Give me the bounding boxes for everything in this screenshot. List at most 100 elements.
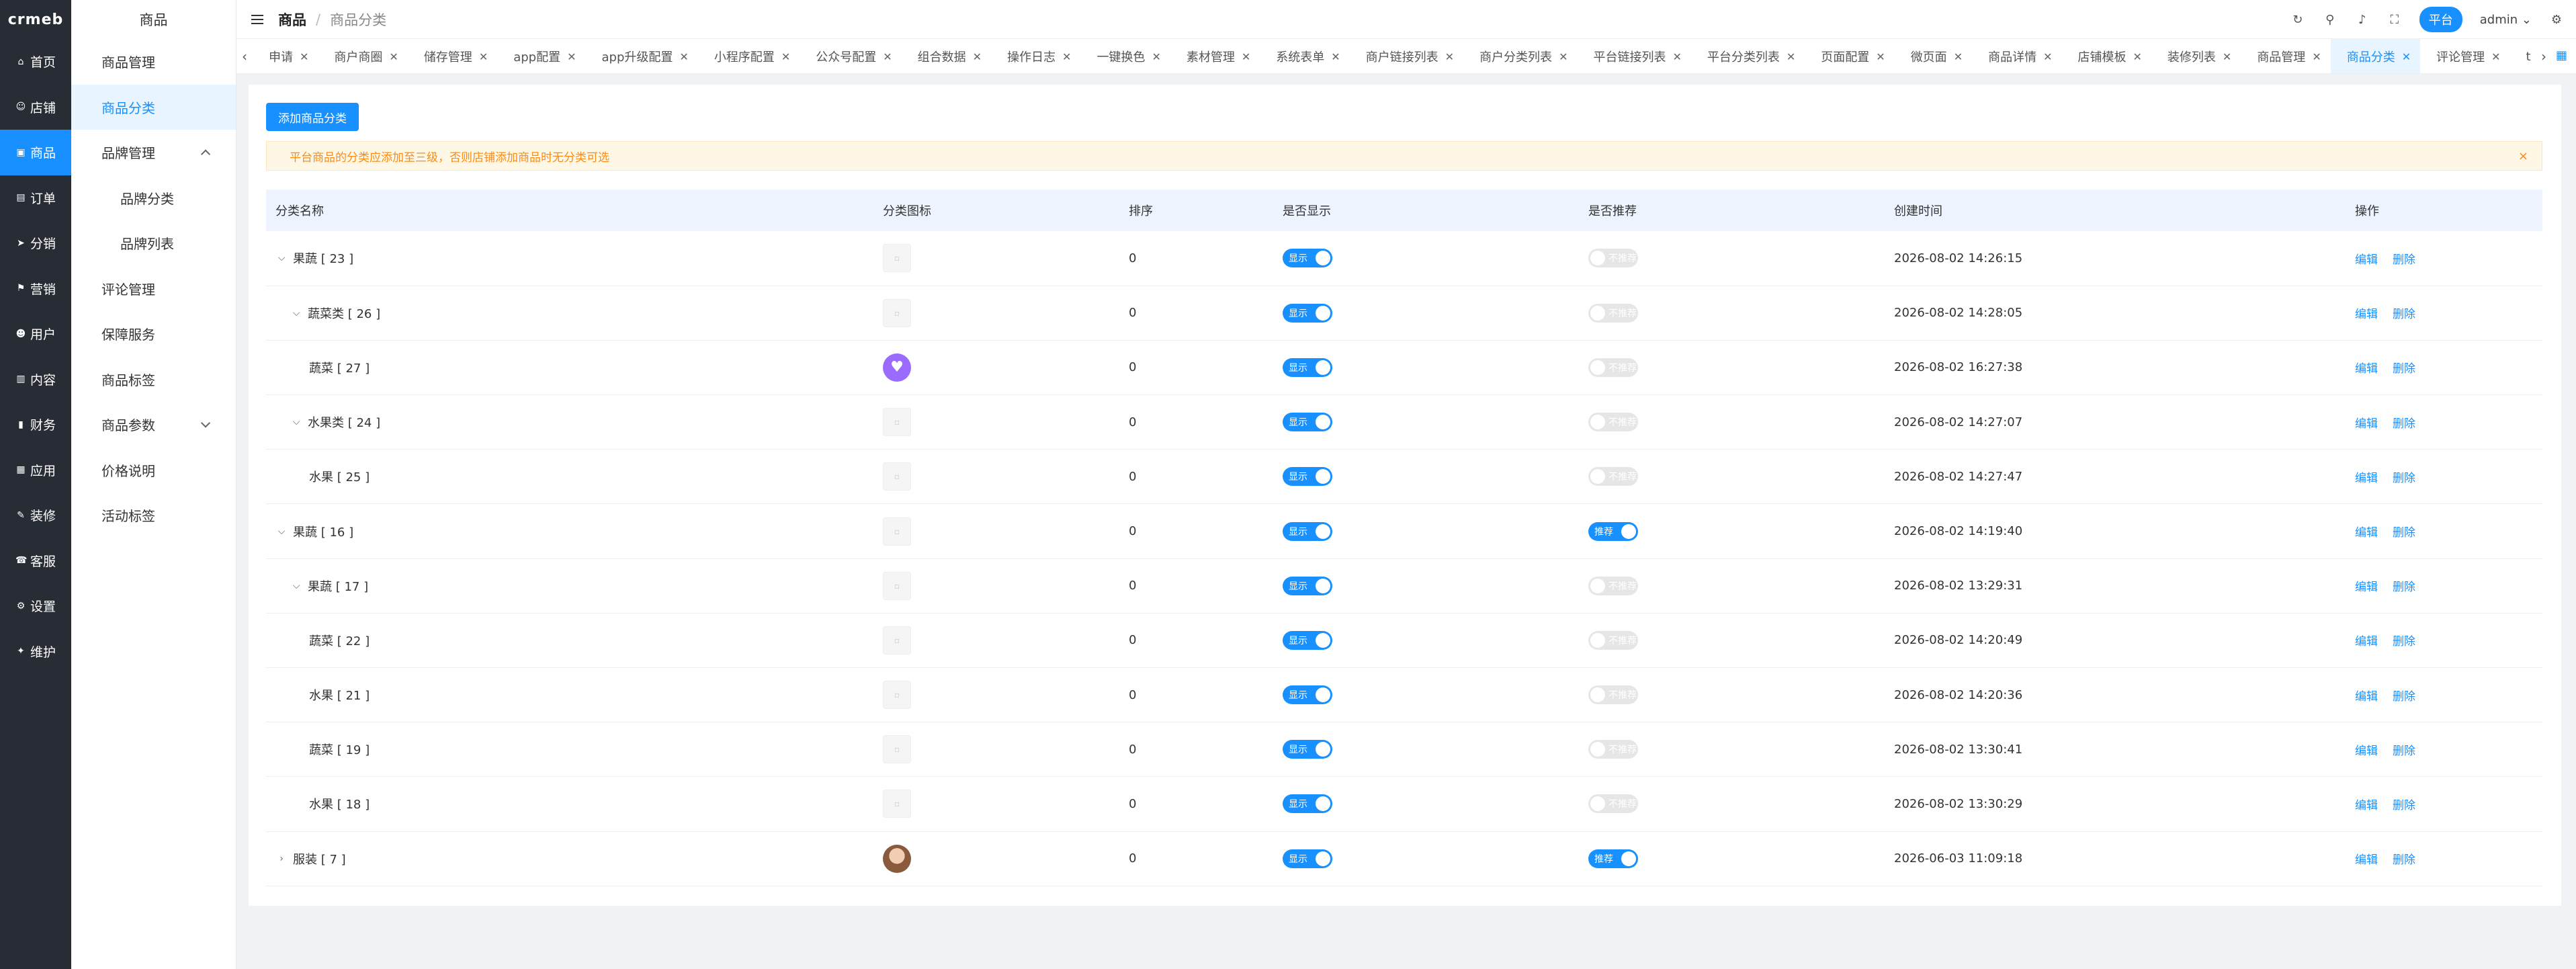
sidebar-item-comments[interactable]: 评论管理	[71, 266, 236, 312]
delete-link[interactable]: 删除	[2393, 250, 2415, 267]
gear-icon[interactable]: ⚙	[2549, 12, 2564, 27]
tab-item[interactable]: 商品管理 ✕	[2241, 39, 2330, 73]
platform-badge[interactable]: 平台	[2419, 7, 2462, 32]
show-switch[interactable]: 显示	[1283, 794, 1332, 814]
edit-link[interactable]: 编辑	[2355, 250, 2378, 267]
user-menu[interactable]: admin ⌄	[2480, 13, 2532, 27]
recommend-switch[interactable]: 不推荐	[1588, 303, 1638, 323]
tab-close-icon[interactable]: ✕	[679, 50, 688, 63]
tab-item[interactable]: 商户分类列表 ✕	[1463, 39, 1577, 73]
delete-link[interactable]: 删除	[2393, 796, 2415, 812]
tab-close-icon[interactable]: ✕	[973, 50, 982, 63]
tab-item[interactable]: 操作日志 ✕	[991, 39, 1080, 73]
edit-link[interactable]: 编辑	[2355, 687, 2378, 704]
tab-item[interactable]: 储存管理 ✕	[408, 39, 497, 73]
tab-item[interactable]: 申请 ✕	[253, 39, 318, 73]
refresh-icon[interactable]: ↻	[2290, 12, 2305, 27]
recommend-switch[interactable]: 不推荐	[1588, 576, 1638, 595]
show-switch[interactable]: 显示	[1283, 630, 1332, 650]
tab-item[interactable]: 小程序配置 ✕	[698, 39, 800, 73]
recommend-switch[interactable]: 不推荐	[1588, 357, 1638, 377]
tab-item[interactable]: 商户商圈 ✕	[318, 39, 407, 73]
show-switch[interactable]: 显示	[1283, 576, 1332, 595]
tab-close-icon[interactable]: ✕	[567, 50, 576, 63]
tab-close-icon[interactable]: ✕	[2491, 50, 2500, 63]
edit-link[interactable]: 编辑	[2355, 468, 2378, 485]
chevron-down-icon[interactable]: ⌵	[290, 308, 302, 319]
tab-item[interactable]: 平台链接列表 ✕	[1577, 39, 1690, 73]
tab-close-icon[interactable]: ✕	[2402, 50, 2411, 63]
edit-link[interactable]: 编辑	[2355, 850, 2378, 867]
tab-close-icon[interactable]: ✕	[300, 50, 308, 63]
sidebar-item-brand-category[interactable]: 品牌分类	[71, 175, 236, 221]
chevron-down-icon[interactable]: ⌵	[290, 417, 302, 427]
menu-toggle-icon[interactable]	[251, 14, 263, 24]
delete-link[interactable]: 删除	[2393, 741, 2415, 758]
rail-item-order[interactable]: ▤ 订单	[0, 175, 71, 221]
rail-item-maintenance[interactable]: ✦ 维护	[0, 629, 71, 675]
chevron-down-icon[interactable]: ⌵	[275, 526, 288, 537]
sidebar-item-brand-manage[interactable]: 品牌管理	[71, 130, 236, 175]
tab-close-icon[interactable]: ✕	[781, 50, 790, 63]
delete-link[interactable]: 删除	[2393, 687, 2415, 704]
show-switch[interactable]: 显示	[1283, 467, 1332, 487]
rail-item-settings[interactable]: ⚙ 设置	[0, 583, 71, 629]
tab-close-icon[interactable]: ✕	[2133, 50, 2142, 63]
delete-link[interactable]: 删除	[2393, 468, 2415, 485]
delete-link[interactable]: 删除	[2393, 632, 2415, 648]
rail-item-apps[interactable]: ▦ 应用	[0, 448, 71, 493]
tab-close-icon[interactable]: ✕	[2223, 50, 2231, 63]
tab-item[interactable]: 页面配置 ✕	[1805, 39, 1894, 73]
rail-item-store[interactable]: ☺ 店铺	[0, 85, 71, 130]
tab-close-icon[interactable]: ✕	[1152, 50, 1160, 63]
recommend-switch[interactable]: 不推荐	[1588, 740, 1638, 759]
edit-link[interactable]: 编辑	[2355, 632, 2378, 648]
rail-item-product[interactable]: ▣ 商品	[0, 130, 71, 175]
rail-item-decoration[interactable]: ✎ 装修	[0, 493, 71, 538]
recommend-switch[interactable]: 推荐	[1588, 521, 1638, 541]
tab-item[interactable]: 评论管理 ✕	[2420, 39, 2509, 73]
show-switch[interactable]: 显示	[1283, 357, 1332, 377]
sidebar-item-activity-tags[interactable]: 活动标签	[71, 493, 236, 538]
tab-item[interactable]: 微页面 ✕	[1895, 39, 1972, 73]
tabs-grid-icon[interactable]: ▦	[2556, 48, 2571, 63]
tab-item[interactable]: 公众号配置 ✕	[800, 39, 901, 73]
tab-item[interactable]: 组合数据 ✕	[902, 39, 991, 73]
tab-close-icon[interactable]: ✕	[1242, 50, 1250, 63]
tab-item[interactable]: 平台分类列表 ✕	[1691, 39, 1805, 73]
tab-item[interactable]: 装修列表 ✕	[2151, 39, 2241, 73]
edit-link[interactable]: 编辑	[2355, 414, 2378, 431]
tab-item[interactable]: 素材管理 ✕	[1170, 39, 1260, 73]
delete-link[interactable]: 删除	[2393, 850, 2415, 867]
close-icon[interactable]: ×	[2518, 149, 2528, 163]
recommend-switch[interactable]: 不推荐	[1588, 685, 1638, 705]
search-icon[interactable]: ⚲	[2323, 12, 2337, 27]
edit-link[interactable]: 编辑	[2355, 741, 2378, 758]
rail-item-user[interactable]: ☻ 用户	[0, 311, 71, 357]
tab-close-icon[interactable]: ✕	[1787, 50, 1795, 63]
tab-close-icon[interactable]: ✕	[1062, 50, 1071, 63]
tabs-scroll-left-icon[interactable]: ‹	[237, 39, 253, 73]
tab-close-icon[interactable]: ✕	[1445, 50, 1454, 63]
recommend-switch[interactable]: 不推荐	[1588, 630, 1638, 650]
rail-item-service[interactable]: ☎ 客服	[0, 538, 71, 584]
add-category-button[interactable]: 添加商品分类	[266, 103, 359, 131]
tab-item[interactable]: 一键换色 ✕	[1080, 39, 1170, 73]
tab-item[interactable]: app配置 ✕	[497, 39, 585, 73]
tab-item[interactable]: 商户链接列表 ✕	[1350, 39, 1463, 73]
sidebar-item-product-category[interactable]: 商品分类	[71, 84, 236, 130]
sidebar-item-price-note[interactable]: 价格说明	[71, 448, 236, 493]
edit-link[interactable]: 编辑	[2355, 304, 2378, 321]
recommend-switch[interactable]: 推荐	[1588, 849, 1638, 868]
show-switch[interactable]: 显示	[1283, 849, 1332, 868]
tab-close-icon[interactable]: ✕	[1954, 50, 1963, 63]
show-switch[interactable]: 显示	[1283, 740, 1332, 759]
tab-close-icon[interactable]: ✕	[1672, 50, 1681, 63]
tab-item[interactable]: 系统表单 ✕	[1260, 39, 1349, 73]
rail-item-home[interactable]: ⌂ 首页	[0, 39, 71, 85]
rail-item-distribution[interactable]: ➤ 分销	[0, 220, 71, 266]
fullscreen-icon[interactable]: ⛶	[2387, 12, 2402, 27]
sidebar-item-product-tags[interactable]: 商品标签	[71, 357, 236, 403]
chevron-down-icon[interactable]: ⌵	[275, 253, 288, 263]
edit-link[interactable]: 编辑	[2355, 359, 2378, 376]
